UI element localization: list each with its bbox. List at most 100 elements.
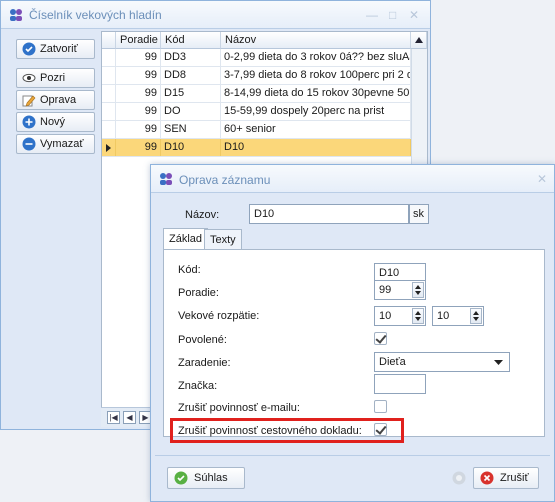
cell-kod[interactable]: DO [161, 103, 221, 120]
vek-from-stepper[interactable]: 10 [374, 306, 426, 326]
table-row[interactable]: 99 DD8 3-7,99 dieta do 8 rokov 100perc pri… [102, 67, 411, 85]
zaradenie-value: Dieťa [379, 356, 406, 368]
cell-kod[interactable]: DD8 [161, 67, 221, 84]
sidebar: Zatvoriť Pozri Oprava Nový Vymazať [7, 31, 99, 427]
email-label: Zrušiť povinnosť e-mailu: [178, 402, 300, 414]
cell-nazov[interactable]: 60+ senior [221, 121, 411, 138]
cancel-icon [480, 471, 494, 485]
cell-nazov[interactable]: 0-2,99 dieta do 3 rokov 0á?? bez sluA3 [221, 49, 411, 66]
vek-label: Vekové rozpätie: [178, 310, 260, 322]
view-button-label: Pozri [40, 72, 66, 84]
edit-record-dialog: Oprava záznamu ✕ Názov: D10 sk Základ Te… [150, 164, 555, 502]
new-button-label: Nový [40, 116, 66, 128]
minus-circle-icon [22, 137, 36, 151]
vek-to-stepper[interactable]: 10 [432, 306, 484, 326]
edit-button-label: Oprava [40, 94, 77, 106]
close-window-button[interactable]: ✕ [409, 8, 419, 22]
chevron-down-icon [494, 360, 503, 365]
cell-poradie[interactable]: 99 [116, 103, 161, 120]
email-checkbox[interactable] [374, 400, 387, 413]
table-row[interactable]: 99 D15 8-14,99 dieta do 15 rokov 30pevne 5… [102, 85, 411, 103]
delete-button[interactable]: Vymazať [16, 134, 95, 154]
view-button[interactable]: Pozri [16, 68, 95, 88]
cell-nazov[interactable]: 3-7,99 dieta do 8 rokov 100perc pri 2 d [221, 67, 411, 84]
edit-button[interactable]: Oprava [16, 90, 95, 110]
cancel-button-label: Zrušiť [500, 472, 529, 484]
povolene-checkbox[interactable] [374, 332, 387, 345]
language-button[interactable]: sk [409, 204, 429, 224]
footer-divider [155, 455, 550, 456]
znacka-input[interactable] [374, 374, 426, 394]
cell-poradie[interactable]: 99 [116, 67, 161, 84]
cell-nazov[interactable]: 8-14,99 dieta do 15 rokov 30pevne 50p [221, 85, 411, 102]
people-icon [10, 9, 22, 21]
row-indicator[interactable] [102, 139, 116, 156]
eye-icon [22, 73, 36, 83]
name-input[interactable]: D10 [249, 204, 409, 224]
poradie-value: 99 [379, 284, 392, 296]
table-row[interactable]: 99 SEN 60+ senior [102, 121, 411, 139]
dialog-title: Oprava záznamu [179, 173, 271, 187]
check-circle-icon [22, 42, 36, 56]
grid-corner [102, 32, 116, 49]
cancel-button[interactable]: Zrušiť [473, 467, 539, 489]
zaradenie-select[interactable]: Dieťa [374, 352, 510, 372]
current-row-arrow-icon [106, 144, 111, 152]
tab-texty[interactable]: Texty [204, 229, 242, 250]
cell-poradie[interactable]: 99 [116, 49, 161, 66]
poradie-spin-buttons[interactable] [412, 282, 424, 298]
cell-nazov[interactable]: D10 [221, 139, 411, 156]
maximize-button[interactable]: □ [389, 8, 396, 22]
people-icon [160, 173, 172, 185]
column-header-poradie[interactable]: Poradie [116, 32, 161, 49]
plus-circle-icon [22, 115, 36, 129]
row-indicator[interactable] [102, 49, 116, 66]
main-window-titlebar[interactable]: Číselník vekových hladín — □ ✕ [1, 1, 430, 29]
delete-button-label: Vymazať [40, 138, 84, 150]
name-label: Názov: [185, 209, 220, 221]
close-button[interactable]: Zatvoriť [16, 39, 95, 59]
tab-zaklad[interactable]: Základ [163, 228, 209, 250]
table-row[interactable]: 99 DD3 0-2,99 dieta do 3 rokov 0á?? bez sl… [102, 49, 411, 67]
cell-kod[interactable]: SEN [161, 121, 221, 138]
ok-button-label: Súhlas [194, 472, 228, 484]
row-indicator[interactable] [102, 103, 116, 120]
main-window-title: Číselník vekových hladín [29, 8, 162, 22]
column-header-nazov[interactable]: Názov [221, 32, 411, 49]
cell-nazov[interactable]: 15-59,99 dospely 20perc na prist [221, 103, 411, 120]
row-indicator[interactable] [102, 85, 116, 102]
minimize-button[interactable]: — [366, 8, 378, 22]
cell-kod[interactable]: D15 [161, 85, 221, 102]
scroll-up-button[interactable] [411, 32, 427, 49]
help-icon[interactable] [452, 471, 466, 485]
table-row[interactable]: 99 D10 D10 [102, 139, 411, 157]
cell-kod[interactable]: D10 [161, 139, 221, 156]
dialog-titlebar[interactable]: Oprava záznamu ✕ [151, 165, 554, 193]
new-button[interactable]: Nový [16, 112, 95, 132]
edit-icon [22, 95, 36, 107]
cell-poradie[interactable]: 99 [116, 121, 161, 138]
table-row[interactable]: 99 DO 15-59,99 dospely 20perc na prist [102, 103, 411, 121]
poradie-stepper[interactable]: 99 [374, 280, 426, 300]
previous-page-button[interactable]: ◀ [123, 411, 136, 424]
povolene-label: Povolené: [178, 334, 227, 346]
poradie-label: Poradie: [178, 287, 219, 299]
znacka-label: Značka: [178, 380, 218, 392]
vek-from-spin-buttons[interactable] [412, 308, 424, 324]
vek-to-spin-buttons[interactable] [470, 308, 482, 324]
cell-kod[interactable]: DD3 [161, 49, 221, 66]
cell-poradie[interactable]: 99 [116, 139, 161, 156]
close-button-label: Zatvoriť [40, 43, 78, 55]
row-indicator[interactable] [102, 67, 116, 84]
doklad-label: Zrušiť povinnosť cestovného dokladu: [178, 425, 362, 437]
triangle-up-icon [415, 37, 423, 43]
dialog-close-button[interactable]: ✕ [537, 172, 547, 186]
doklad-checkbox[interactable] [374, 423, 387, 436]
check-circle-icon [174, 471, 188, 485]
first-page-button[interactable]: |◀ [107, 411, 120, 424]
cell-poradie[interactable]: 99 [116, 85, 161, 102]
ok-button[interactable]: Súhlas [167, 467, 245, 489]
zaklad-panel: Kód: D10 Poradie: 99 Vekové rozpätie: 10… [163, 249, 545, 443]
column-header-kod[interactable]: Kód [161, 32, 221, 49]
row-indicator[interactable] [102, 121, 116, 138]
